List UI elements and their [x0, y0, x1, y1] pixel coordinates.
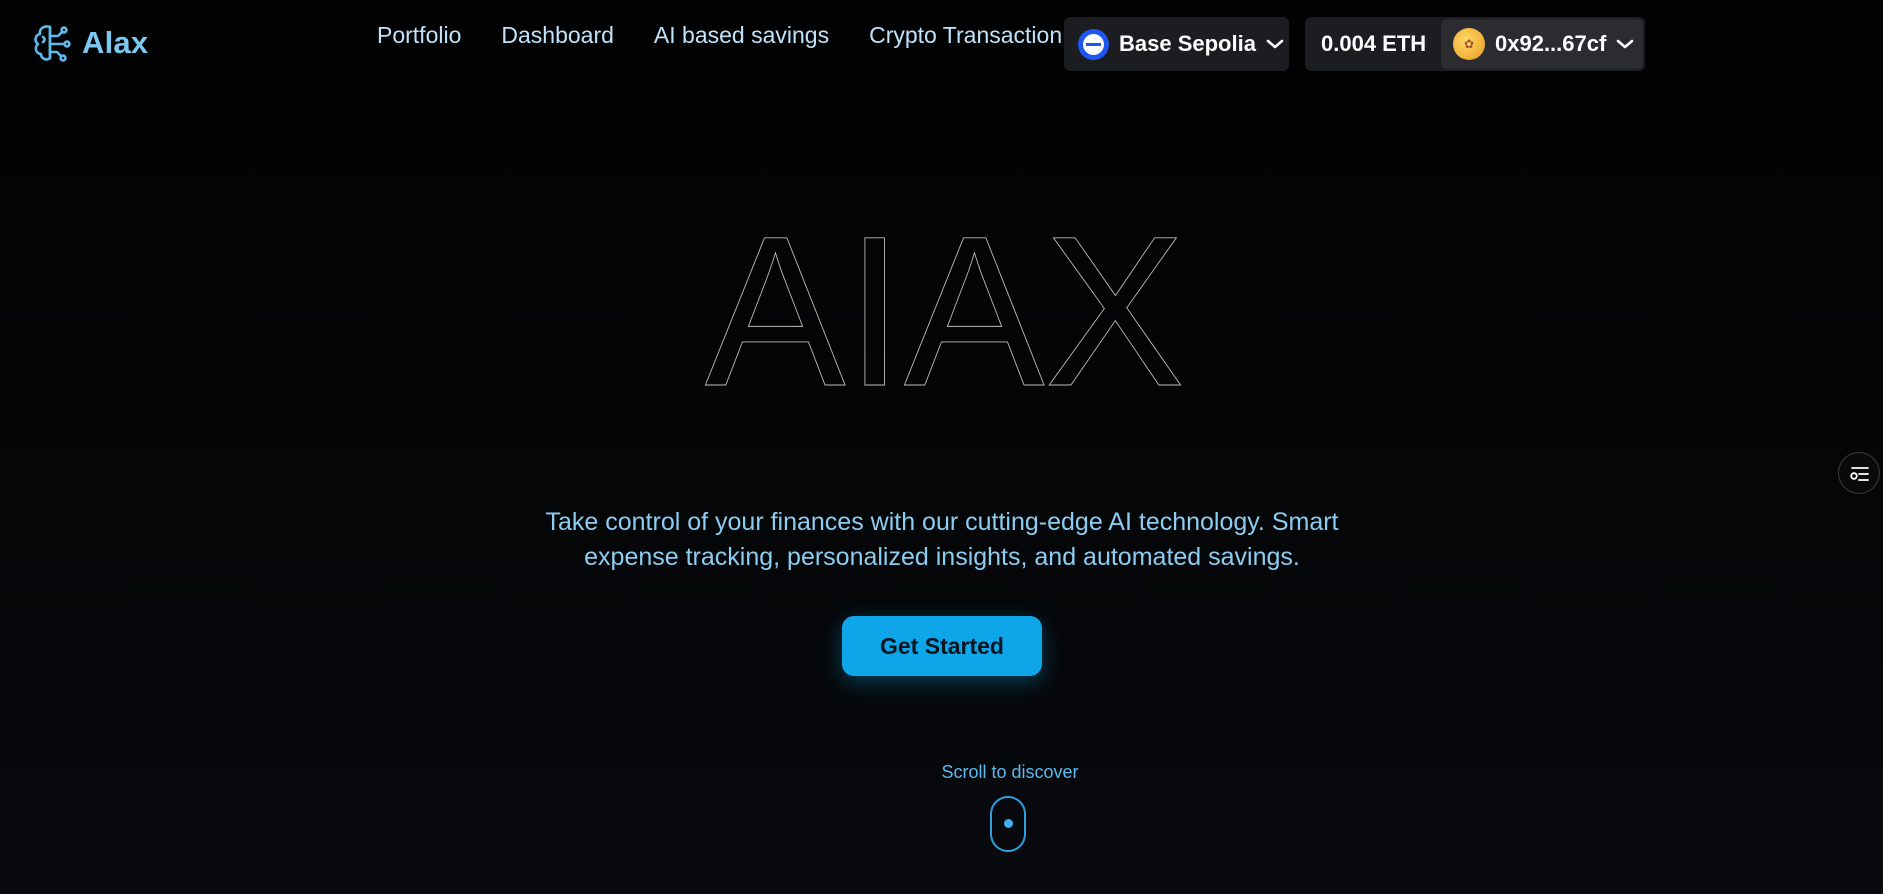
avatar: ✿	[1453, 28, 1485, 60]
brain-icon	[34, 25, 71, 62]
hero-title-text: AIAX	[705, 225, 1185, 390]
nav-ai-based-savings[interactable]: AI based savings	[654, 22, 829, 49]
main-nav: Portfolio Dashboard AI based savings Cry…	[377, 22, 1062, 49]
account-address: 0x92...67cf	[1495, 31, 1607, 56]
chevron-down-icon	[1617, 39, 1634, 49]
chevron-down-icon	[1266, 39, 1284, 49]
network-selector-button[interactable]: Base Sepolia	[1064, 17, 1289, 71]
brand-name: Alax	[82, 25, 149, 60]
nav-dashboard[interactable]: Dashboard	[501, 22, 614, 49]
account-button[interactable]: ✿ 0x92...67cf	[1441, 19, 1643, 69]
nav-portfolio[interactable]: Portfolio	[377, 22, 461, 49]
get-started-button[interactable]: Get Started	[842, 616, 1042, 676]
hero-title: AIAX	[705, 225, 1186, 390]
wallet-balance: 0.004 ETH	[1321, 31, 1427, 56]
scroll-mouse-icon[interactable]	[990, 796, 1026, 852]
base-network-icon	[1078, 28, 1109, 60]
hero-tagline-line-2: expense tracking, personalized insights,…	[584, 543, 1300, 571]
scroll-hint: Scroll to discover	[941, 762, 1079, 782]
brand-logo[interactable]: Alax	[32, 22, 148, 64]
network-name: Base Sepolia	[1119, 31, 1256, 56]
sliders-icon	[1850, 467, 1869, 481]
top-navbar: Alax Portfolio Dashboard AI based saving…	[0, 0, 1883, 90]
wallet-account-panel: 0.004 ETH ✿ 0x92...67cf	[1305, 17, 1645, 71]
settings-toggle-button[interactable]	[1838, 452, 1880, 494]
nav-crypto-transaction[interactable]: Crypto Transaction	[869, 22, 1062, 49]
hero-tagline: Take control of your finances with our c…	[500, 505, 1384, 575]
scroll-dot	[1004, 819, 1013, 828]
hero-tagline-line-1: Take control of your finances with our c…	[545, 508, 1339, 536]
landing-page: Alax Portfolio Dashboard AI based saving…	[0, 0, 1883, 894]
